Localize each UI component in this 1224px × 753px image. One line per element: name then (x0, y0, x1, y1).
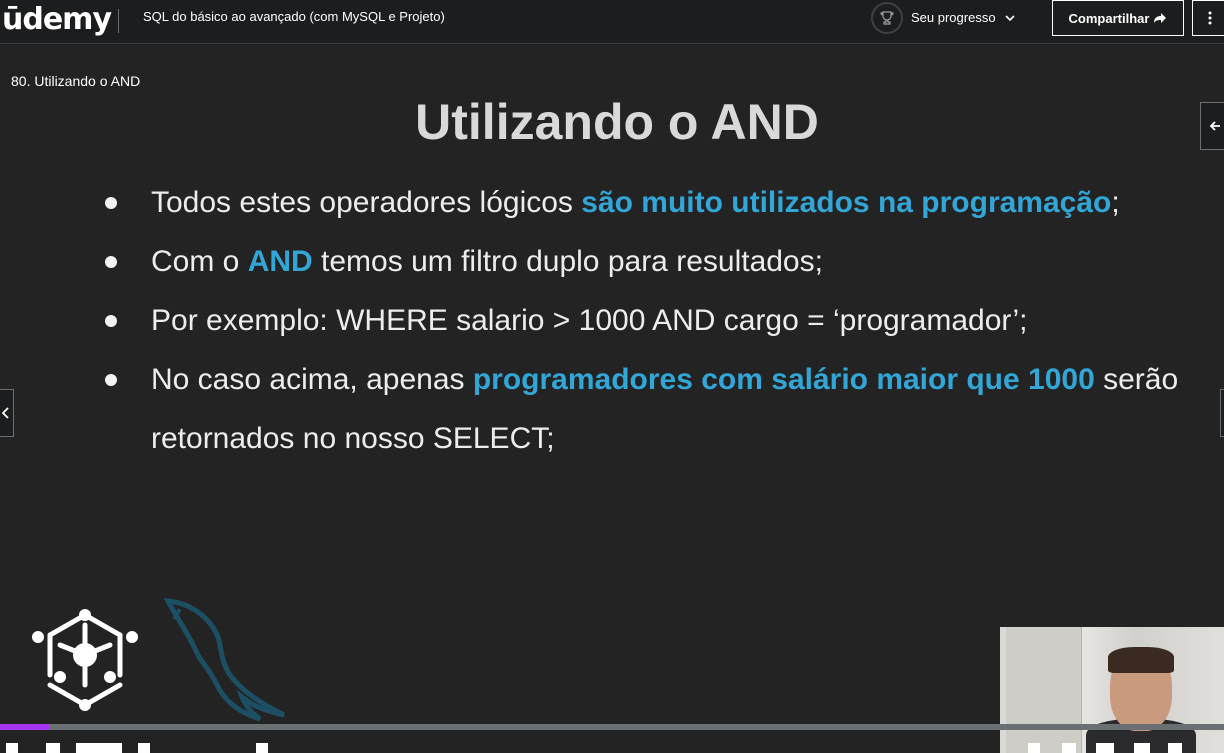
settings-icon[interactable] (1134, 743, 1150, 753)
playback-speed-button[interactable] (76, 743, 122, 753)
arrow-left-icon (1209, 121, 1220, 131)
bullet-item: No caso acima, apenas programadores com … (100, 350, 1200, 468)
bullet-item: Com o AND temos um filtro duplo para res… (100, 232, 1200, 291)
progress-scrubber[interactable] (0, 724, 1224, 730)
instructor-webcam (1000, 627, 1224, 753)
chevron-left-icon (2, 407, 9, 419)
bullet-item: Todos estes operadores lógicos são muito… (100, 173, 1200, 232)
kebab-menu-icon (1208, 11, 1212, 25)
slide-title: Utilizando o AND (415, 94, 819, 150)
captions-icon[interactable] (1062, 743, 1076, 753)
chevron-down-icon (1004, 14, 1015, 21)
progress-label: Seu progresso (911, 10, 996, 25)
lecture-title: 80. Utilizando o AND (11, 73, 141, 89)
top-bar: ūdemy SQL do básico ao avançado (com MyS… (0, 0, 1224, 44)
next-lecture-button[interactable] (1220, 389, 1224, 437)
progress-fill (0, 724, 49, 730)
logo-text[interactable]: ūdemy (2, 2, 112, 37)
transcript-icon[interactable] (1096, 743, 1114, 753)
course-brand-logo (32, 609, 138, 711)
forward-icon[interactable] (138, 743, 150, 753)
play-icon[interactable] (6, 743, 18, 753)
header-divider (118, 9, 119, 33)
previous-lecture-button[interactable] (0, 389, 14, 437)
mysql-dolphin-logo (163, 598, 286, 722)
share-arrow-icon (1154, 13, 1167, 23)
more-options-button[interactable] (1192, 0, 1224, 36)
volume-icon[interactable] (1028, 743, 1040, 753)
slide-bullet-list: Todos estes operadores lógicos são muito… (100, 173, 1200, 468)
player-controls (0, 739, 1224, 753)
expand-sidebar-button[interactable] (1200, 102, 1224, 150)
bullet-item: Por exemplo: WHERE salario > 1000 AND ca… (100, 291, 1200, 350)
video-player[interactable]: 80. Utilizando o AND Utilizando o AND To… (0, 45, 1224, 753)
share-label: Compartilhar (1068, 10, 1150, 26)
trophy-icon (871, 1, 903, 34)
fullscreen-icon[interactable] (1168, 743, 1182, 753)
notes-icon[interactable] (256, 743, 268, 753)
progress-dropdown[interactable]: Seu progresso (871, 1, 1016, 34)
rewind-icon[interactable] (46, 743, 60, 753)
course-title[interactable]: SQL do básico ao avançado (com MySQL e P… (143, 9, 445, 24)
share-button[interactable]: Compartilhar (1052, 0, 1184, 36)
